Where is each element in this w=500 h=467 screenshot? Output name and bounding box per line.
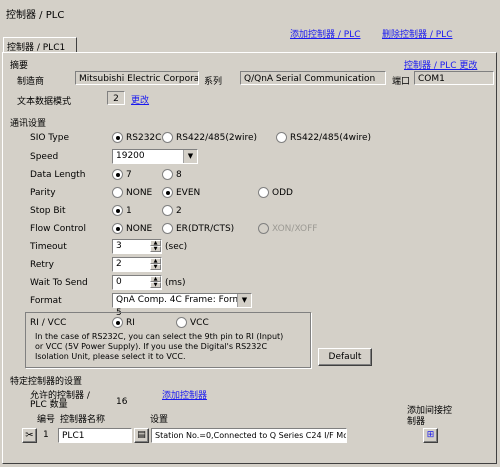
retry-spinner[interactable]: 2 ▲ ▼ [112,257,162,272]
tab-panel [2,52,497,464]
series-label: 系列 [204,77,223,87]
data-length-7-radio[interactable] [112,169,123,180]
sio-rs422-4wire-label: RS422/485(4wire) [290,133,372,143]
chevron-down-icon[interactable]: ▼ [183,150,197,163]
flow-none-radio[interactable] [112,223,123,234]
parity-odd-radio[interactable] [258,187,269,198]
flow-er-radio[interactable] [162,223,173,234]
vcc-radio[interactable] [176,317,187,328]
page-title: 控制器 / PLC [6,10,65,21]
manufacturer-field: Mitsubishi Electric Corporation [75,71,199,85]
column-no: 编号 [37,415,56,425]
tools-icon[interactable]: ✂ [22,428,37,443]
summary-title: 摘要 [10,61,29,71]
speed-value: 19200 [116,151,145,161]
column-controller-name: 控制器名称 [60,415,106,425]
parity-even-radio[interactable] [162,187,173,198]
ri-vcc-description-3: Isolation Unit, please select it to VCC. [35,352,186,361]
timeout-value: 3 [116,241,122,251]
wait-to-send-label: Wait To Send [30,278,88,288]
default-button-label: Default [328,352,362,362]
retry-label: Retry [30,260,54,270]
flow-control-label: Flow Control [30,224,86,234]
spin-down-icon[interactable]: ▼ [150,264,161,270]
specific-settings-title: 特定控制器的设置 [10,377,83,387]
speed-select[interactable]: 19200 ▼ [112,149,198,164]
sio-rs232c-label: RS232C [126,133,162,143]
flow-none-label: NONE [126,224,153,234]
settings-summary-field: Station No.=0,Connected to Q Series C24 … [151,428,347,443]
ri-vcc-description-2: or VCC (5V Power Supply). If you use the… [35,342,268,351]
port-field: COM1 [414,71,494,85]
row-number: 1 [43,430,49,440]
format-label: Format [30,296,62,306]
stop-bit-1-label: 1 [126,206,132,216]
port-label: 端口 [392,77,411,87]
sio-rs422-4wire-radio[interactable] [276,132,287,143]
stop-bit-2-label: 2 [176,206,182,216]
parity-even-label: EVEN [176,188,201,198]
column-settings: 设置 [150,415,169,425]
vcc-label: VCC [190,318,209,328]
data-length-7-label: 7 [126,170,132,180]
timeout-unit: (sec) [165,242,188,252]
controller-name-field[interactable]: PLC1 [58,428,132,443]
ri-label: RI [126,318,135,328]
column-indirect: 添加间接控制器 [407,406,453,427]
sio-rs232c-radio[interactable] [112,132,123,143]
spin-down-icon[interactable]: ▼ [150,246,161,252]
comm-settings-title: 通讯设置 [10,119,47,129]
text-mode-field: 2 [107,91,125,105]
flow-er-label: ER(DTR/CTS) [176,224,235,234]
tab-plc1[interactable]: 控制器 / PLC1 [3,37,77,53]
default-button[interactable]: Default [318,348,372,366]
timeout-label: Timeout [30,242,67,252]
parity-odd-label: ODD [272,188,293,198]
format-select[interactable]: QnA Comp. 4C Frame: Format 5 ▼ [112,293,252,318]
manufacturer-label: 制造商 [17,77,45,87]
data-length-8-radio[interactable] [162,169,173,180]
wait-to-send-value: 0 [116,277,122,287]
chevron-down-icon[interactable]: ▼ [237,294,251,307]
parity-label: Parity [30,188,56,198]
change-controller-link[interactable]: 控制器 / PLC 更改 [404,58,477,71]
text-mode-change-link[interactable]: 更改 [131,93,149,106]
add-controller-specific-link[interactable]: 添加控制器 [162,388,207,401]
delete-controller-link[interactable]: 删除控制器 / PLC [382,27,452,40]
retry-value: 2 [116,259,122,269]
parity-none-radio[interactable] [112,187,123,198]
flow-xon-label: XON/XOFF [272,224,318,234]
stop-bit-2-radio[interactable] [162,205,173,216]
text-mode-label: 文本数据模式 [17,97,72,107]
data-length-8-label: 8 [176,170,182,180]
allowed-plc-value: 16 [116,397,128,407]
ri-vcc-label: RI / VCC [30,318,67,328]
speed-label: Speed [30,152,59,162]
sio-rs422-2wire-label: RS422/485(2wire) [176,133,258,143]
stop-bit-1-radio[interactable] [112,205,123,216]
wait-unit: (ms) [165,278,186,288]
data-length-label: Data Length [30,170,86,180]
parity-none-label: NONE [126,188,153,198]
ri-vcc-description-1: In the case of RS232C, you can select th… [35,332,284,341]
spin-down-icon[interactable]: ▼ [150,282,161,288]
stop-bit-label: Stop Bit [30,206,66,216]
settings-icon[interactable]: ▤ [134,428,149,443]
sio-rs422-2wire-radio[interactable] [162,132,173,143]
sio-type-label: SIO Type [30,133,69,143]
series-field: Q/QnA Serial Communication [240,71,386,85]
ri-radio[interactable] [112,317,123,328]
allowed-plc-label-2: PLC 数量 [30,400,68,410]
wait-to-send-spinner[interactable]: 0 ▲ ▼ [112,275,162,290]
timeout-spinner[interactable]: 3 ▲ ▼ [112,239,162,254]
add-controller-link[interactable]: 添加控制器 / PLC [290,27,360,40]
add-indirect-icon[interactable]: ⊞ [423,428,438,443]
flow-xon-radio [258,223,269,234]
